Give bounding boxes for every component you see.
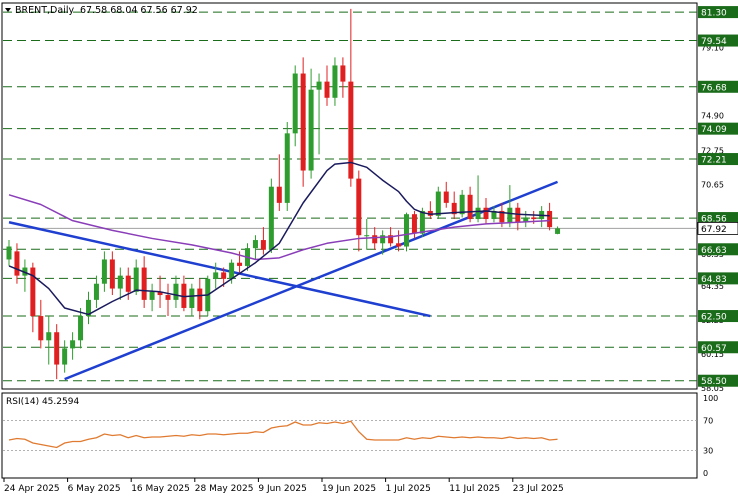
candle	[404, 212, 409, 252]
rsi-tick-label: 0	[703, 469, 708, 478]
candle-body	[70, 340, 76, 349]
candle-body	[372, 235, 378, 244]
x-tick-label: 28 May 2025	[195, 484, 254, 494]
rsi-tick-label: 70	[703, 417, 713, 426]
candle-body	[507, 207, 513, 223]
candle-body	[149, 291, 155, 300]
rsi-label: RSI(14) 45.2594	[6, 397, 79, 407]
candle-body	[467, 194, 473, 220]
candle-body	[260, 240, 266, 250]
candle-body	[237, 262, 243, 266]
candle-body	[62, 348, 68, 365]
candle-body	[435, 191, 441, 216]
candle-body	[475, 207, 481, 220]
candle-body	[268, 186, 274, 250]
candle-body	[483, 207, 489, 220]
candle-body	[141, 267, 147, 300]
level-label: 74.09	[701, 125, 727, 135]
candle-body	[396, 243, 402, 247]
candle-body	[14, 251, 20, 276]
level-label: 66.63	[701, 246, 727, 256]
candle-body	[348, 81, 354, 179]
candle-body	[189, 288, 195, 308]
candle-body	[54, 332, 60, 365]
x-tick-label: 23 Jul 2025	[513, 484, 564, 494]
candle-body	[117, 275, 123, 289]
x-tick-label: 19 Jun 2025	[322, 484, 376, 494]
candle-body	[38, 316, 44, 341]
candle-body	[284, 133, 290, 203]
level-label: 60.57	[701, 344, 727, 354]
candle-body	[165, 295, 171, 300]
candle-body	[133, 267, 139, 292]
candle-body	[78, 316, 84, 341]
level-label: 81.30	[701, 9, 727, 19]
level-label: 79.54	[701, 37, 727, 47]
candle-body	[443, 191, 449, 203]
current-price-label: 67.92	[701, 225, 727, 235]
level-label: 64.83	[701, 275, 727, 285]
candle-body	[300, 73, 306, 171]
chart-ohlc: 67.58 68.04 67.56 67.92	[80, 5, 198, 16]
chart-symbol: BRENT,Daily	[15, 5, 74, 16]
candle-body	[555, 228, 561, 234]
level-label: 62.50	[701, 313, 727, 323]
candle-body	[308, 89, 314, 171]
candle	[268, 178, 274, 253]
x-tick-label: 11 Jul 2025	[449, 484, 500, 494]
candle-body	[6, 246, 12, 260]
candle-body	[316, 81, 322, 90]
candle-body	[340, 65, 346, 82]
candle-body	[292, 73, 298, 134]
x-tick-label: 1 Jul 2025	[386, 484, 431, 494]
candle-body	[125, 275, 131, 292]
price-chart: 79.1076.6874.9072.7570.6568.5066.3564.35…	[0, 0, 738, 499]
candle-body	[411, 214, 417, 234]
candle-body	[276, 186, 282, 203]
candle-body	[197, 288, 203, 312]
candle-body	[459, 194, 465, 215]
candle-body	[101, 259, 107, 284]
candle-body	[332, 65, 338, 98]
candle-body	[364, 235, 370, 237]
candle-body	[356, 178, 362, 236]
candle-body	[547, 210, 553, 228]
level-label: 58.50	[701, 377, 727, 387]
x-tick-label: 9 Jun 2025	[258, 484, 306, 494]
candle-body	[229, 262, 235, 279]
candle-body	[93, 283, 99, 300]
candle-body	[324, 81, 330, 98]
candle-body	[213, 272, 219, 279]
axis-tick-label: 74.90	[701, 112, 724, 121]
candle-body	[419, 210, 425, 234]
candle-body	[173, 283, 179, 300]
candle-body	[109, 259, 115, 289]
rsi-tick-label: 30	[703, 447, 713, 456]
level-label: 72.21	[701, 156, 727, 166]
x-tick-label: 24 Apr 2025	[4, 484, 60, 494]
candle	[300, 57, 306, 187]
candle-body	[46, 332, 52, 341]
candle-body	[531, 217, 537, 220]
candle	[284, 122, 290, 211]
x-tick-label: 6 May 2025	[68, 484, 121, 494]
level-label: 76.68	[701, 83, 727, 93]
candle-body	[221, 272, 227, 279]
rsi-tick-label: 100	[703, 394, 718, 403]
axis-tick-label: 70.65	[701, 180, 724, 189]
x-tick-label: 16 May 2025	[131, 484, 190, 494]
candle-body	[404, 214, 409, 247]
candle-body	[252, 240, 258, 249]
